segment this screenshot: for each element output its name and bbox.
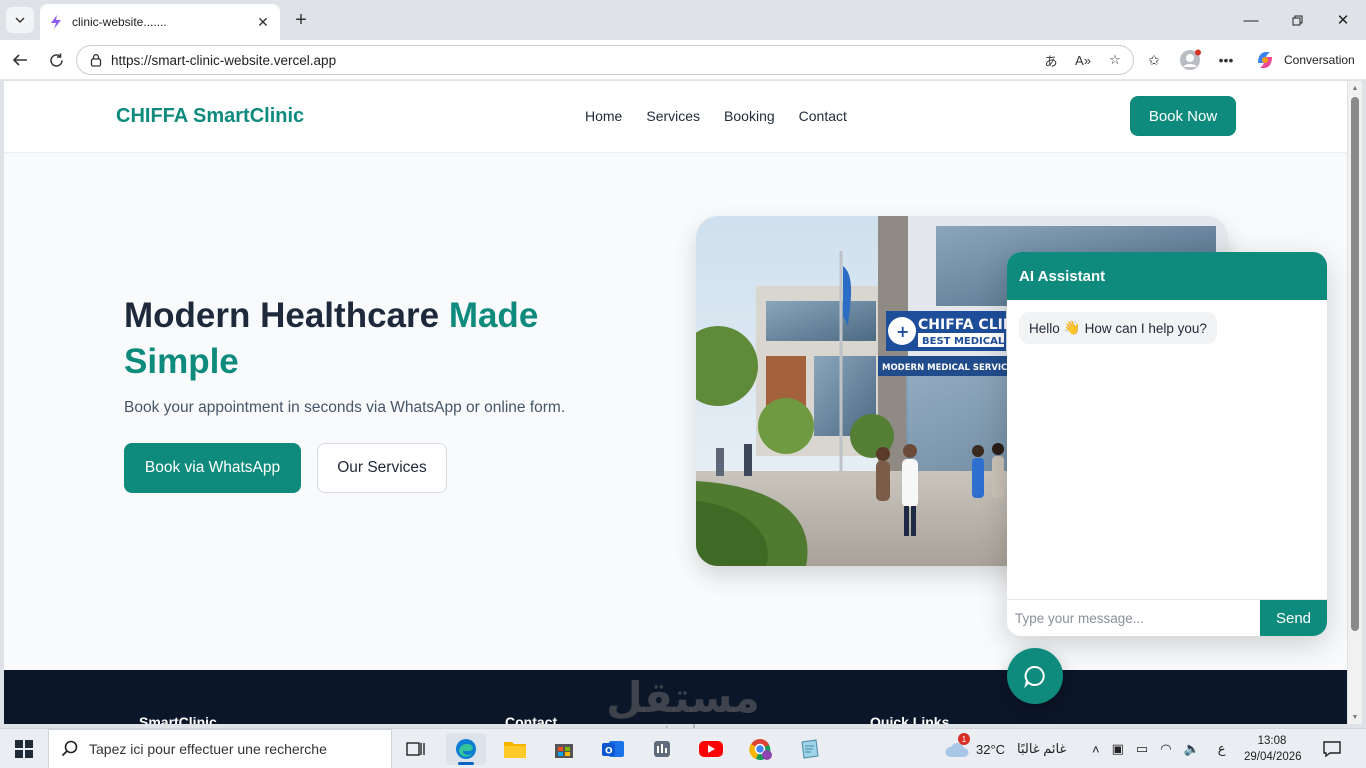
chat-send-button[interactable]: Send [1260,600,1327,636]
nav-link-contact[interactable]: Contact [799,108,847,124]
scroll-up-arrow-icon[interactable]: ▲ [1348,81,1362,95]
clock-date: 29/04/2026 [1244,751,1302,763]
tab-close-icon[interactable]: ✕ [254,13,272,31]
footer-heading-smartclinic: SmartClinic [139,714,217,724]
outlook-icon[interactable]: O [593,733,633,765]
youtube-icon[interactable] [691,733,731,765]
svg-text:+: + [896,322,909,341]
file-explorer-icon[interactable] [495,733,535,765]
chat-message-input[interactable] [1007,600,1260,636]
page-scrollbar[interactable]: ▲ ▼ [1348,81,1362,724]
site-info-lock-icon[interactable] [89,53,103,67]
nav-link-home[interactable]: Home [585,108,622,124]
browser-tab-bar: clinic-website....... ✕ + — ✕ [0,0,1366,40]
task-view-icon[interactable] [396,733,436,765]
translate-icon[interactable]: あ [1039,49,1063,71]
clock-time: 13:08 [1257,735,1287,747]
search-icon [61,740,78,757]
favorite-star-icon[interactable]: ☆ [1103,49,1127,71]
waving-hand-emoji-icon: 👋 [1063,320,1081,335]
more-options-icon[interactable]: ••• [1214,49,1238,71]
chevron-down-icon [15,17,25,23]
search-placeholder: Tapez ici pour effectuer une recherche [89,741,327,757]
tab-title: clinic-website....... [72,15,167,29]
reload-icon[interactable] [44,48,68,72]
windows-logo-icon [15,740,33,758]
book-now-button[interactable]: Book Now [1130,96,1236,136]
chat-input-row: Send [1007,599,1327,636]
taskbar-clock[interactable]: 13:08 29/04/2026 [1244,733,1302,765]
chrome-profile-icon[interactable] [740,733,780,765]
notes-app-icon[interactable] [789,733,829,765]
profile-avatar[interactable] [1178,49,1202,71]
ai-assistant-chat-panel: AI Assistant Hello 👋 How can I help you?… [1007,252,1327,636]
site-header: CHIFFA SmartClinic Home Services Booking… [4,81,1347,153]
battery-icon[interactable]: ▭ [1136,741,1148,757]
chat-bot-message: Hello 👋 How can I help you? [1019,312,1217,344]
back-arrow-icon[interactable] [8,48,32,72]
chat-greeting-post: How can I help you? [1084,320,1207,336]
chat-greeting-pre: Hello [1029,320,1060,336]
url-text: https://smart-clinic-website.vercel.app [111,52,337,68]
browser-tab-active[interactable]: clinic-website....... ✕ [40,4,280,40]
chat-header: AI Assistant [1007,252,1327,300]
chat-title: AI Assistant [1019,267,1106,285]
hero-subtitle: Book your appointment in seconds via Wha… [124,399,566,416]
browser-address-bar: https://smart-clinic-website.vercel.app … [0,40,1366,80]
cloud-weather-icon: 1 [944,733,970,759]
hero-title: Modern Healthcare Made Simple [124,293,644,385]
start-button[interactable] [0,729,48,768]
windows-taskbar: Tapez ici pour effectuer une recherche O… [0,728,1366,768]
weather-widget[interactable]: 1 32°C غائم غالبًا [944,729,1066,768]
new-tab-plus-icon[interactable]: + [290,9,312,31]
restore-icon [1292,15,1302,25]
hero-title-main: Modern Healthcare [124,296,449,335]
read-aloud-icon[interactable]: A» [1071,49,1095,71]
input-language-indicator[interactable]: ع [1218,741,1226,757]
clinic-sign-name: CHIFFA CLINI [918,317,1020,333]
scrollbar-thumb[interactable] [1351,97,1359,631]
weather-description: غائم غالبًا [1017,741,1067,756]
edge-browser-icon[interactable] [446,733,486,765]
nav-link-booking[interactable]: Booking [724,108,775,124]
window-minimize-button[interactable]: — [1228,8,1274,32]
weather-temperature: 32°C [976,741,1006,757]
tray-chevron-up-icon[interactable]: ˄ [1092,742,1100,757]
nav-link-services[interactable]: Services [646,108,700,124]
footer-heading-contact: Contact [505,714,558,724]
wifi-icon[interactable]: ◠ [1160,741,1171,757]
taskbar-search-box[interactable]: Tapez ici pour effectuer une recherche [48,729,392,768]
copilot-label: Conversation [1284,53,1355,67]
main-nav: Home Services Booking Contact [585,108,847,124]
notifications-icon[interactable] [1322,729,1342,768]
microsoft-store-icon[interactable] [544,733,584,765]
footer-heading-quick-links: Quick Links [870,714,950,724]
vercel-favicon-icon [51,15,61,29]
url-field[interactable]: https://smart-clinic-website.vercel.app … [76,45,1134,75]
chat-bubble-icon [1024,666,1045,688]
weather-alert-badge: 1 [958,733,970,745]
scroll-down-arrow-icon[interactable]: ▼ [1348,710,1362,724]
window-restore-button[interactable] [1274,8,1320,32]
book-via-whatsapp-button[interactable]: Book via WhatsApp [124,443,301,493]
site-footer: SmartClinic Contact Quick Links [4,670,1347,724]
our-services-button[interactable]: Our Services [317,443,447,493]
volume-icon[interactable]: 🔈 [1184,741,1200,757]
window-close-button[interactable]: ✕ [1320,8,1366,32]
chat-toggle-button[interactable] [1007,648,1063,704]
copilot-icon [1258,52,1272,68]
svg-text:O: O [605,747,613,757]
site-logo[interactable]: CHIFFA SmartClinic [116,105,304,128]
clinic-sign-tagline: BEST MEDICAL [922,336,1005,347]
tab-actions-menu-button[interactable] [6,7,34,33]
copilot-conversation-button[interactable]: Conversation [1248,45,1360,75]
favorites-icon[interactable]: ✩ [1142,49,1166,71]
pinned-app-icon[interactable] [642,733,682,765]
meet-now-icon[interactable]: ▣ [1112,741,1124,757]
system-tray: ˄ ▣ ▭ ◠ 🔈 ع [1092,729,1225,768]
